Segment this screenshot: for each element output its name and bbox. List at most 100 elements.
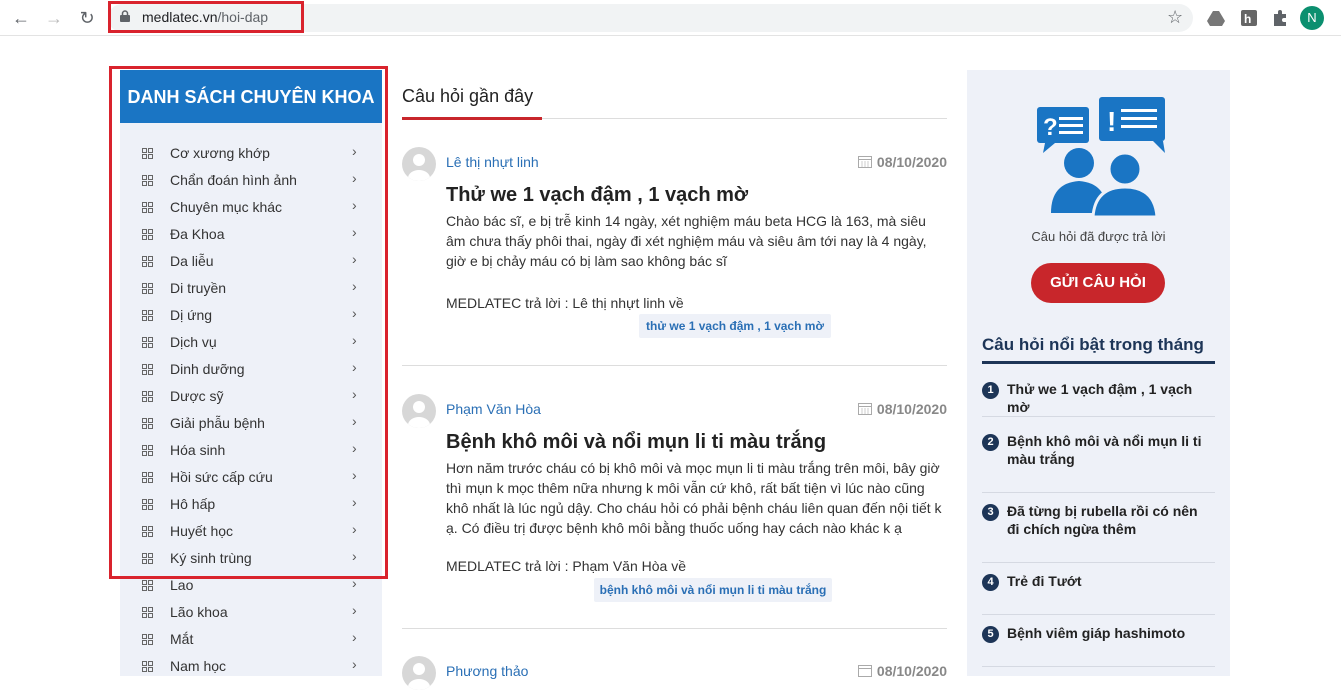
question-body: Hơn năm trước cháu có bị khô môi và mọc … (446, 460, 942, 536)
grid-icon (142, 526, 153, 537)
sidebar-item[interactable]: Cơ xương khớp › (120, 140, 382, 167)
date-text: 08/10/2020 (876, 154, 947, 170)
chevron-right-icon: › (352, 224, 357, 240)
forward-icon[interactable]: → (43, 7, 65, 29)
sidebar-item[interactable]: Da liễu › (120, 248, 382, 275)
chevron-right-icon: › (352, 359, 357, 375)
date-text: 08/10/2020 (876, 663, 947, 679)
hot-question-text: Thử we 1 vạch đậm , 1 vạch mờ (1007, 381, 1193, 415)
sidebar-item[interactable]: Hóa sinh › (120, 437, 382, 464)
question-author[interactable]: Phương thảo (446, 663, 528, 679)
sidebar-item[interactable]: Giải phẫu bệnh › (120, 410, 382, 437)
answered-label: Câu hỏi đã được trả lời (1031, 229, 1166, 244)
sidebar-item-label: Lao (170, 577, 194, 593)
sidebar-item[interactable]: Chẩn đoán hình ảnh › (120, 167, 382, 194)
chevron-right-icon: › (352, 413, 357, 429)
recent-questions: Câu hỏi gần đây Lê thị nhựt linh 08/10/2… (402, 70, 947, 690)
question-item: Phương thảo 08/10/2020 (402, 656, 947, 690)
sidebar-item-label: Đa Khoa (170, 226, 225, 242)
question-item: Phạm Văn Hòa 08/10/2020 Bệnh khô môi và … (402, 394, 947, 630)
grid-icon (142, 472, 153, 483)
extension-b-icon[interactable]: h (1240, 9, 1258, 27)
chevron-right-icon: › (352, 170, 357, 186)
answer-tag[interactable]: bệnh khô môi và nổi mụn li ti màu trắng (594, 578, 832, 602)
sidebar-item[interactable]: Mắt › (120, 626, 382, 653)
sidebar-item-label: Ký sinh trùng (170, 550, 252, 566)
sidebar-item[interactable]: Dị ứng › (120, 302, 382, 329)
hot-question-divider (982, 492, 1215, 493)
sidebar-title: DANH SÁCH CHUYÊN KHOA (120, 70, 382, 123)
hot-question-divider (982, 416, 1215, 417)
sidebar-item-label: Hóa sinh (170, 442, 226, 458)
answer-tag[interactable]: thử we 1 vạch đậm , 1 vạch mờ (639, 314, 831, 338)
sidebar-item[interactable]: Chuyên mục khác › (120, 194, 382, 221)
grid-icon (142, 580, 153, 591)
grid-icon (142, 607, 153, 618)
chevron-right-icon: › (352, 440, 357, 456)
chevron-right-icon: › (352, 197, 357, 213)
sidebar-item[interactable]: Dịch vụ › (120, 329, 382, 356)
sidebar-item-label: Dược sỹ (170, 388, 224, 404)
sidebar-item[interactable]: Dinh dưỡng › (120, 356, 382, 383)
hot-question-text: Trẻ đi Tướt (1007, 573, 1082, 589)
send-question-button[interactable]: GỬI CÂU HỎI (1031, 263, 1165, 303)
reload-icon[interactable]: ↻ (76, 7, 98, 29)
sidebar-item[interactable]: Di truyền › (120, 275, 382, 302)
hot-question-text: Bệnh khô môi và nổi mụn li ti màu trắng (1007, 433, 1202, 467)
question-title[interactable]: Bệnh khô môi và nổi mụn li ti màu trắng (446, 431, 826, 454)
sidebar-item[interactable]: Lao › (120, 572, 382, 599)
grid-icon (142, 553, 153, 564)
sidebar-item[interactable]: Đa Khoa › (120, 221, 382, 248)
user-avatar-icon (402, 394, 436, 428)
date-text: 08/10/2020 (876, 401, 947, 417)
sidebar-item-label: Nam học (170, 658, 227, 674)
chevron-right-icon: › (352, 305, 357, 321)
answer-line: MEDLATEC trả lời : Phạm Văn Hòa về (446, 558, 687, 574)
answer-line: MEDLATEC trả lời : Lê thị nhựt linh về (446, 295, 684, 311)
chevron-right-icon: › (352, 575, 357, 591)
sidebar-item[interactable]: Lão khoa › (120, 599, 382, 626)
url-annotation-box (108, 1, 304, 33)
calendar-icon (857, 403, 872, 415)
chevron-right-icon: › (352, 548, 357, 564)
grid-icon (142, 310, 153, 321)
sidebar-item-label: Hô hấp (170, 496, 216, 512)
grid-icon (142, 634, 153, 645)
drive-extension-icon[interactable] (1207, 9, 1225, 27)
right-panel: ? ! Câu hỏi đã được trả lời GỬI CÂU HỎI … (967, 70, 1230, 676)
question-answer-illustration-icon: ? ! (1037, 97, 1165, 219)
hot-question-number: 5 (982, 626, 999, 643)
chevron-right-icon: › (352, 521, 357, 537)
bookmark-star-icon[interactable]: ☆ (1167, 7, 1183, 28)
hot-questions-title: Câu hỏi nổi bật trong tháng (982, 335, 1204, 354)
question-author[interactable]: Phạm Văn Hòa (446, 401, 541, 417)
puzzle-extensions-icon[interactable] (1271, 9, 1289, 27)
sidebar-item[interactable]: Ký sinh trùng › (120, 545, 382, 572)
sidebar-item-label: Chuyên mục khác (170, 199, 283, 215)
question-divider (402, 365, 947, 366)
chevron-right-icon: › (352, 629, 357, 645)
sidebar-item[interactable]: Hồi sức cấp cứu › (120, 464, 382, 491)
hot-question-divider (982, 562, 1215, 563)
chevron-right-icon: › (352, 143, 357, 159)
profile-avatar[interactable]: N (1300, 6, 1324, 30)
sidebar-item-label: Lão khoa (170, 604, 228, 620)
grid-icon (142, 229, 153, 240)
hot-question-text: Đã từng bị rubella rồi có nên đi chích n… (1007, 503, 1198, 537)
sidebar-item-label: Hồi sức cấp cứu (170, 469, 273, 485)
user-avatar-icon (402, 147, 436, 181)
question-author[interactable]: Lê thị nhựt linh (446, 154, 539, 170)
grid-icon (142, 418, 153, 429)
grid-icon (142, 661, 153, 672)
sidebar-item-label: Dinh dưỡng (170, 361, 245, 377)
sidebar-item-label: Huyết học (170, 523, 234, 539)
grid-icon (142, 445, 153, 456)
question-title[interactable]: Thử we 1 vạch đậm , 1 vạch mờ (446, 184, 748, 207)
specialty-sidebar: DANH SÁCH CHUYÊN KHOA Cơ xương khớp › Chẩn… (120, 70, 382, 676)
hot-question-number: 4 (982, 574, 999, 591)
chevron-right-icon: › (352, 494, 357, 510)
sidebar-item[interactable]: Dược sỹ › (120, 383, 382, 410)
sidebar-item[interactable]: Hô hấp › (120, 491, 382, 518)
back-icon[interactable]: ← (10, 7, 32, 29)
sidebar-item[interactable]: Huyết học › (120, 518, 382, 545)
